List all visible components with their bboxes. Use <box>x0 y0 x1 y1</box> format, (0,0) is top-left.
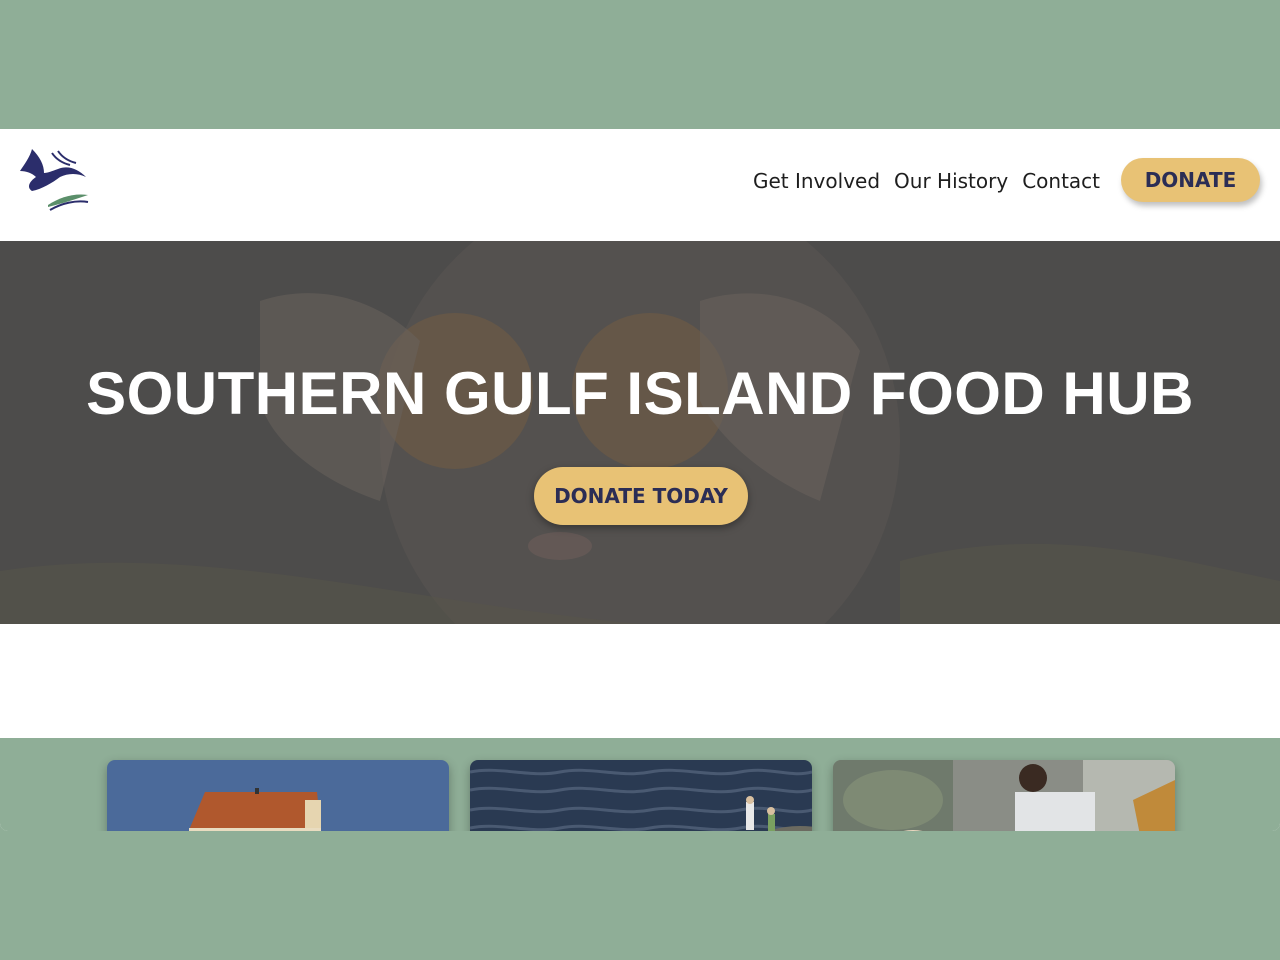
card-house[interactable] <box>107 760 449 831</box>
content-spacer <box>0 624 1280 738</box>
browser-page: Get Involved Our History Contact DONATE … <box>0 129 1280 831</box>
card-ocean[interactable] <box>470 760 812 831</box>
nav-link-get-involved[interactable]: Get Involved <box>753 169 880 193</box>
hero-title: SOUTHERN GULF ISLAND FOOD HUB <box>86 360 1194 427</box>
main-nav: Get Involved Our History Contact <box>753 166 1100 196</box>
site-logo[interactable] <box>18 147 90 213</box>
hero-section: SOUTHERN GULF ISLAND FOOD HUB DONATE TOD… <box>0 241 1280 624</box>
house-roof-photo <box>107 760 449 831</box>
volunteers-photo <box>833 760 1175 831</box>
donate-today-button[interactable]: DONATE TODAY <box>534 467 748 525</box>
donate-button[interactable]: DONATE <box>1121 158 1260 202</box>
swallow-bird-icon <box>20 149 89 211</box>
hero-background-image <box>0 241 1280 624</box>
cards-section <box>0 738 1280 831</box>
site-header: Get Involved Our History Contact DONATE <box>0 129 1280 241</box>
card-volunteers[interactable] <box>833 760 1175 831</box>
nav-link-our-history[interactable]: Our History <box>894 169 1008 193</box>
nav-link-contact[interactable]: Contact <box>1022 169 1100 193</box>
ocean-waves-photo <box>470 760 812 831</box>
